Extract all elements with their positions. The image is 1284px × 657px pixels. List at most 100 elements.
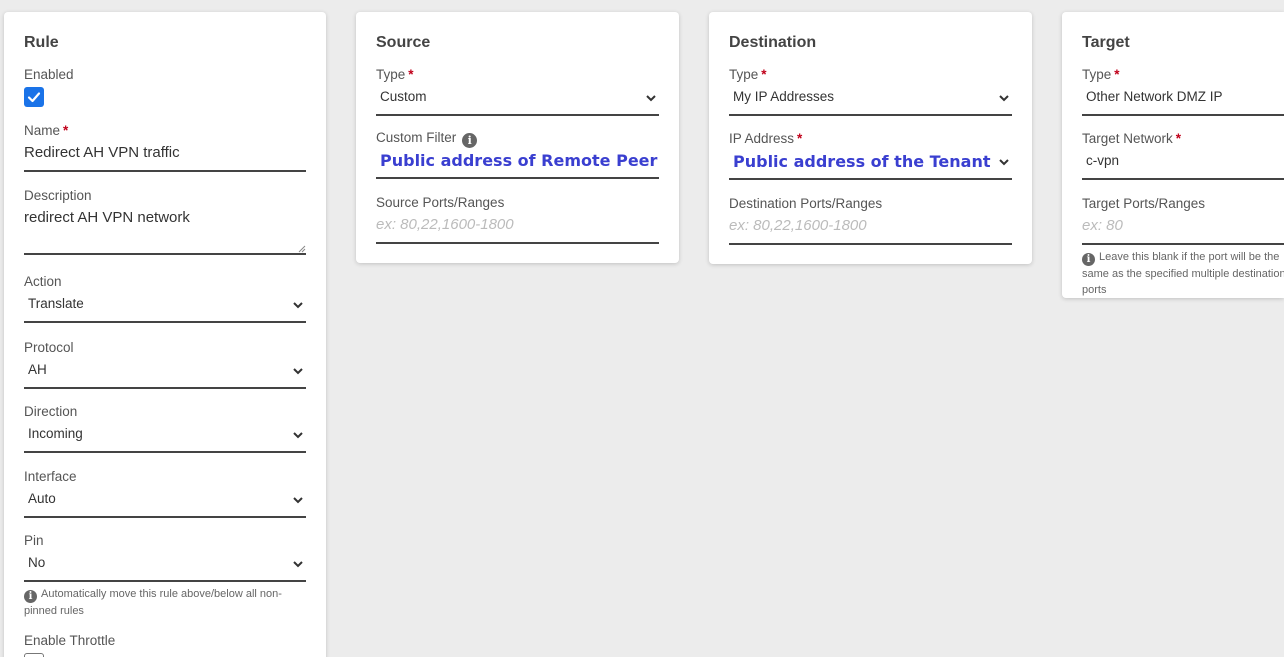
ip-address-select[interactable]: Public address of the Tenant: [729, 148, 1012, 180]
throttle-label: Enable Throttle: [24, 633, 116, 648]
custom-filter-field: Custom Filter i Public address of Remote …: [376, 129, 659, 179]
name-label: Name: [24, 123, 61, 138]
chevron-down-icon: [293, 302, 303, 309]
custom-filter-value: Public address of Remote Peer: [380, 151, 658, 170]
destination-card: Destination Type * My IP Addresses IP Add…: [709, 12, 1032, 264]
protocol-label: Protocol: [24, 340, 74, 355]
destination-ports-placeholder: ex: 80,22,1600-1800: [729, 217, 867, 234]
target-ports-label: Target Ports/Ranges: [1082, 196, 1206, 211]
target-ports-hint-text: Leave this blank if the port will be the…: [1082, 251, 1284, 296]
target-network-value: c-vpn: [1086, 153, 1120, 168]
custom-filter-input[interactable]: Public address of Remote Peer: [376, 147, 659, 179]
info-icon: i: [1082, 253, 1095, 266]
info-icon: i: [24, 590, 37, 603]
source-ports-placeholder: ex: 80,22,1600-1800: [376, 216, 514, 233]
direction-label: Direction: [24, 404, 78, 419]
required-mark: *: [797, 131, 803, 146]
ip-address-field: IP Address * Public address of the Tenant: [729, 130, 1012, 180]
interface-label: Interface: [24, 469, 77, 484]
throttle-checkbox[interactable]: [24, 653, 44, 657]
required-mark: *: [63, 123, 69, 138]
source-type-select[interactable]: Custom: [376, 84, 659, 116]
pin-select-value: No: [28, 555, 46, 570]
target-type-select[interactable]: Other Network DMZ IP: [1082, 84, 1284, 116]
required-mark: *: [408, 67, 414, 82]
direction-select-value: Incoming: [28, 426, 83, 441]
description-value: redirect AH VPN network: [24, 209, 190, 226]
source-type-value: Custom: [380, 89, 427, 104]
source-ports-label: Source Ports/Ranges: [376, 195, 505, 210]
destination-type-value: My IP Addresses: [733, 89, 835, 104]
destination-type-label: Type: [729, 67, 759, 82]
direction-field: Direction Incoming: [24, 403, 306, 453]
throttle-field: Enable Throttle: [24, 632, 306, 657]
target-ports-input[interactable]: ex: 80: [1082, 213, 1284, 245]
target-ports-field: Target Ports/Ranges ex: 80 i Leave this b…: [1082, 195, 1284, 298]
destination-card-title: Destination: [729, 34, 817, 51]
description-textarea[interactable]: redirect AH VPN network: [24, 205, 306, 255]
target-type-field: Type * Other Network DMZ IP: [1082, 66, 1284, 116]
source-type-field: Type * Custom: [376, 66, 659, 116]
interface-field: Interface Auto: [24, 468, 306, 518]
destination-type-select[interactable]: My IP Addresses: [729, 84, 1012, 116]
interface-select[interactable]: Auto: [24, 486, 306, 518]
target-ports-hint: i Leave this blank if the port will be th…: [1082, 249, 1284, 298]
action-field: Action Translate: [24, 273, 306, 323]
required-mark: *: [1114, 67, 1120, 82]
pin-hint-text: Automatically move this rule above/below…: [24, 588, 282, 617]
custom-filter-label: Custom Filter: [376, 130, 457, 145]
required-mark: *: [761, 67, 767, 82]
description-label: Description: [24, 188, 92, 203]
chevron-down-icon: [293, 497, 303, 504]
interface-select-value: Auto: [28, 491, 56, 506]
ip-address-label: IP Address: [729, 131, 795, 146]
chevron-down-icon: [999, 159, 1009, 166]
destination-ports-input[interactable]: ex: 80,22,1600-1800: [729, 213, 1012, 245]
target-network-select[interactable]: c-vpn: [1082, 148, 1284, 180]
action-label: Action: [24, 274, 62, 289]
pin-select[interactable]: No: [24, 550, 306, 582]
direction-select[interactable]: Incoming: [24, 421, 306, 453]
target-network-label: Target Network: [1082, 131, 1173, 146]
info-icon[interactable]: i: [462, 133, 478, 148]
source-ports-input[interactable]: ex: 80,22,1600-1800: [376, 212, 659, 244]
enabled-field: Enabled: [24, 66, 306, 107]
name-input-value: Redirect AH VPN traffic: [24, 144, 180, 161]
ip-address-value: Public address of the Tenant: [733, 152, 991, 171]
target-card: Target Type * Other Network DMZ IP Target…: [1062, 12, 1284, 298]
chevron-down-icon: [646, 95, 656, 102]
pin-label: Pin: [24, 533, 44, 548]
chevron-down-icon: [293, 432, 303, 439]
destination-type-field: Type * My IP Addresses: [729, 66, 1012, 116]
protocol-select[interactable]: AH: [24, 357, 306, 389]
required-mark: *: [1175, 131, 1182, 146]
rule-card-title: Rule: [24, 34, 59, 51]
target-type-label: Type: [1082, 67, 1112, 82]
action-select[interactable]: Translate: [24, 291, 306, 323]
source-ports-field: Source Ports/Ranges ex: 80,22,1600-1800: [376, 194, 659, 244]
target-network-field: Target Network * c-vpn: [1082, 130, 1284, 180]
source-card-title: Source: [376, 34, 431, 51]
check-icon: [27, 92, 41, 103]
target-type-value: Other Network DMZ IP: [1086, 89, 1223, 104]
action-select-value: Translate: [28, 296, 84, 311]
rule-card: Rule Enabled Name * Redirect AH VPN traff…: [4, 12, 326, 657]
source-type-label: Type: [376, 67, 406, 82]
enabled-checkbox[interactable]: [24, 87, 44, 107]
chevron-down-icon: [293, 561, 303, 568]
protocol-select-value: AH: [28, 362, 47, 377]
destination-ports-label: Destination Ports/Ranges: [729, 196, 883, 211]
target-ports-placeholder: ex: 80: [1082, 217, 1123, 234]
name-field: Name * Redirect AH VPN traffic: [24, 122, 306, 172]
resize-grip-icon[interactable]: [298, 245, 306, 253]
protocol-field: Protocol AH: [24, 339, 306, 389]
name-input[interactable]: Redirect AH VPN traffic: [24, 140, 306, 172]
description-field: Description redirect AH VPN network: [24, 187, 306, 255]
chevron-down-icon: [293, 368, 303, 375]
pin-hint: i Automatically move this rule above/belo…: [24, 586, 306, 619]
enabled-label: Enabled: [24, 67, 74, 82]
target-card-title: Target: [1082, 34, 1130, 51]
source-card: Source Type * Custom Custom Filter i Publi…: [356, 12, 679, 263]
pin-field: Pin No i Automatically move this rule abo…: [24, 532, 306, 619]
destination-ports-field: Destination Ports/Ranges ex: 80,22,1600-…: [729, 195, 1012, 245]
